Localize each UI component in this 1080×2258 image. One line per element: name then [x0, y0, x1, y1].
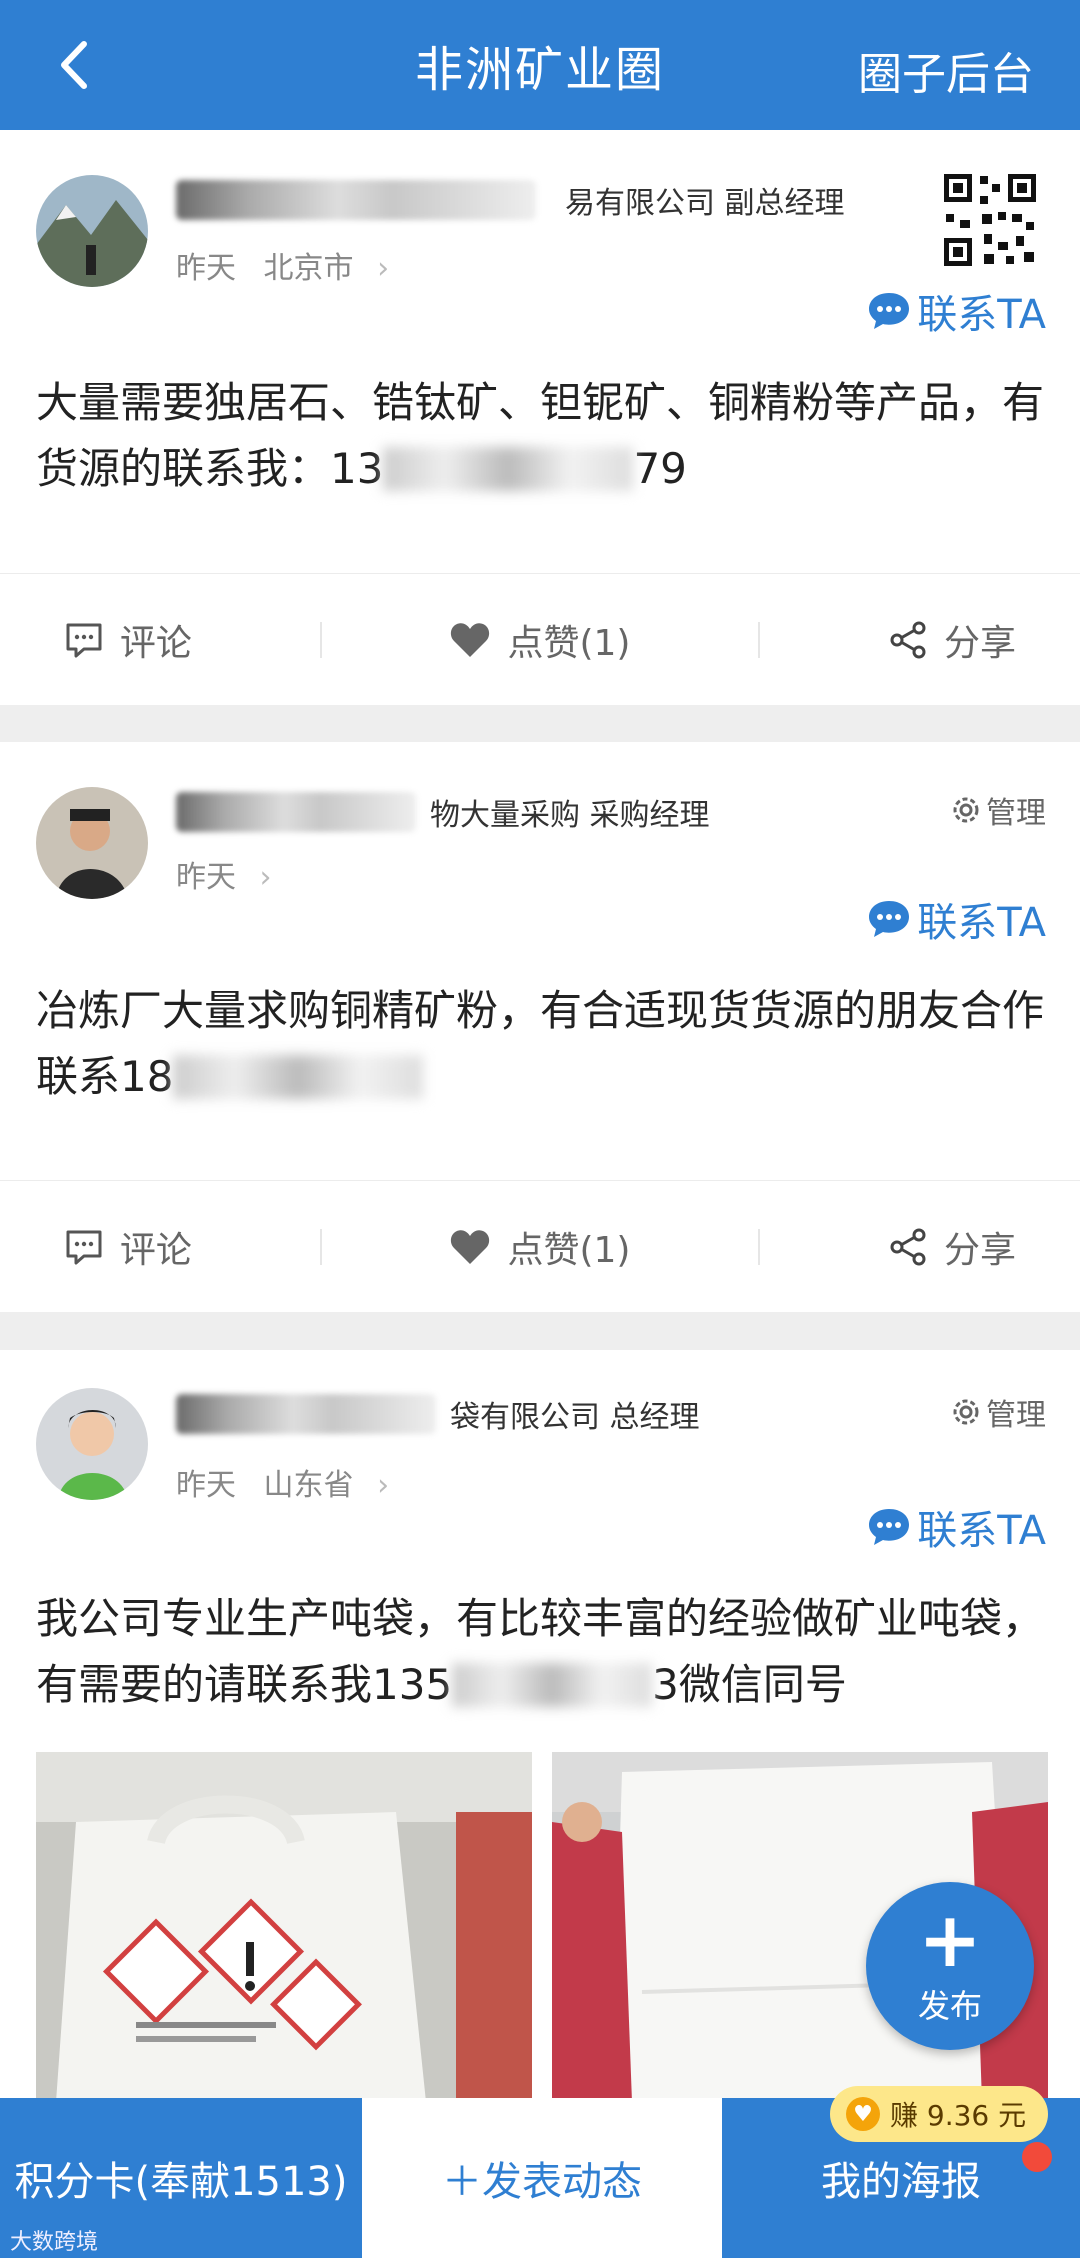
avatar[interactable] — [36, 787, 148, 899]
contact-button[interactable]: 联系TA — [867, 282, 1046, 340]
post-content: 我公司专业生产吨袋，有比较丰富的经验做矿业吨袋，有需要的请联系我135 3微信同号 — [36, 1594, 1045, 1709]
page-title: 非洲矿业圈 — [414, 42, 665, 98]
chevron-right-icon: › — [259, 860, 272, 895]
post-time: 昨天 — [176, 251, 236, 286]
masked-phone — [452, 1663, 653, 1707]
heart-icon — [451, 1229, 490, 1264]
gear-icon — [953, 797, 979, 823]
post-time: 昨天 — [176, 860, 236, 895]
comment-button[interactable]: 评论 — [64, 614, 192, 666]
post-dynamic-button[interactable]: ＋发表动态 — [362, 2098, 722, 2258]
heart-icon — [451, 622, 490, 657]
comment-icon — [66, 623, 102, 657]
share-button[interactable]: 分享 — [888, 1221, 1016, 1273]
manage-button[interactable]: 管理 — [950, 788, 1046, 832]
avatar[interactable] — [36, 175, 148, 287]
contact-button[interactable]: 联系TA — [867, 890, 1046, 948]
post-location: 山东省 — [263, 1468, 354, 1503]
chevron-right-icon: › — [377, 1468, 390, 1503]
divider — [319, 621, 322, 658]
plus-icon: + — [918, 1895, 982, 1984]
post-content: 大量需要独居石、锆钛矿、钽铌矿、铜精粉等产品，有货源的联系我：13 79 — [36, 378, 1045, 493]
chat-icon — [869, 901, 910, 937]
post-image[interactable] — [36, 1752, 532, 2102]
share-button[interactable]: 分享 — [888, 614, 1016, 666]
share-icon — [890, 621, 926, 658]
chat-icon — [869, 293, 910, 329]
like-button[interactable]: 点赞(1) — [449, 1221, 630, 1273]
contact-button[interactable]: 联系TA — [867, 1498, 1046, 1556]
top-bar: 非洲矿业圈 圈子后台 — [0, 0, 1080, 130]
notification-dot — [1022, 2142, 1052, 2172]
divider — [758, 621, 761, 658]
divider — [758, 1228, 761, 1265]
chat-icon — [869, 1509, 910, 1545]
share-icon — [890, 1228, 926, 1265]
post-card: 物大量采购 采购经理 管理 昨天 › 联系TA 冶炼厂大量求购铜精矿粉，有合适现… — [0, 742, 1080, 1312]
user-company-title: 物大量采购 采购经理 — [430, 798, 710, 833]
post-location: 北京市 — [263, 251, 354, 286]
post-actions: 评论 点赞(1) 分享 — [0, 573, 1080, 705]
masked-name — [176, 792, 416, 832]
manage-button[interactable]: 管理 — [950, 1390, 1046, 1434]
masked-name — [176, 1394, 436, 1434]
masked-phone — [383, 447, 634, 491]
coin-icon: ♥ — [846, 2097, 880, 2131]
comment-button[interactable]: 评论 — [64, 1221, 192, 1273]
masked-phone — [173, 1055, 424, 1099]
watermark: 大数跨境 — [10, 2230, 99, 2255]
chevron-right-icon: › — [377, 251, 390, 286]
post-meta: 昨天 北京市 › — [176, 243, 389, 287]
comment-icon — [66, 1230, 102, 1264]
post-content: 冶炼厂大量求购铜精矿粉，有合适现货货源的朋友合作联系18 — [36, 986, 1045, 1101]
publish-fab-button[interactable]: + 发布 — [866, 1882, 1034, 2050]
qr-code-icon[interactable] — [940, 170, 1040, 270]
post-card: 易有限公司 副总经理 昨天 北京市 › 联系TA 大量需要独居石、锆钛矿、钽铌矿… — [0, 130, 1080, 705]
like-button[interactable]: 点赞(1) — [449, 614, 630, 666]
post-actions: 评论 点赞(1) 分享 — [0, 1180, 1080, 1312]
earn-badge[interactable]: ♥ 赚 9.36 元 — [830, 2086, 1048, 2142]
gear-icon — [953, 1399, 979, 1425]
post-meta: 昨天 山东省 › — [176, 1460, 389, 1504]
masked-name — [176, 180, 536, 220]
divider — [319, 1228, 322, 1265]
back-icon[interactable] — [40, 30, 110, 100]
post-time: 昨天 — [176, 1468, 236, 1503]
avatar[interactable] — [36, 1388, 148, 1500]
user-company-title: 易有限公司 副总经理 — [565, 186, 845, 221]
post-meta: 昨天 › — [176, 852, 272, 896]
circle-admin-link[interactable]: 圈子后台 — [858, 38, 1034, 102]
user-company-title: 袋有限公司 总经理 — [450, 1400, 700, 1435]
